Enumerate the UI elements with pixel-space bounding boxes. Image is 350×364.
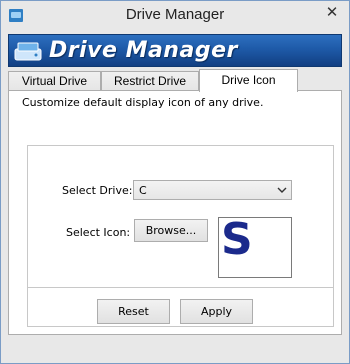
reset-button[interactable]: Reset bbox=[97, 299, 170, 324]
drive-select-value: C bbox=[139, 184, 147, 197]
tab-strip: Virtual Drive Restrict Drive Drive Icon bbox=[8, 69, 344, 92]
select-icon-label: Select Icon: bbox=[66, 226, 131, 239]
drive-letter-icon: S bbox=[221, 217, 253, 265]
close-button[interactable]: ✕ bbox=[318, 2, 346, 22]
select-drive-label: Select Drive: bbox=[62, 184, 133, 197]
drive-icon bbox=[14, 42, 42, 61]
title-bar[interactable]: Drive Manager ✕ bbox=[1, 1, 349, 31]
drive-select[interactable]: C bbox=[133, 180, 292, 200]
window-title: Drive Manager bbox=[125, 6, 225, 23]
chevron-down-icon bbox=[277, 182, 287, 201]
banner-title: Drive Manager bbox=[49, 38, 238, 63]
icon-preview: S bbox=[218, 217, 292, 278]
tab-restrict-drive[interactable]: Restrict Drive bbox=[101, 71, 199, 91]
panel-description: Customize default display icon of any dr… bbox=[22, 96, 264, 109]
browse-button[interactable]: Browse... bbox=[134, 219, 208, 242]
banner: Drive Manager bbox=[8, 34, 342, 67]
group-divider bbox=[27, 287, 334, 288]
apply-button[interactable]: Apply bbox=[180, 299, 253, 324]
tab-virtual-drive[interactable]: Virtual Drive bbox=[8, 71, 101, 91]
tab-drive-icon[interactable]: Drive Icon bbox=[199, 69, 298, 92]
